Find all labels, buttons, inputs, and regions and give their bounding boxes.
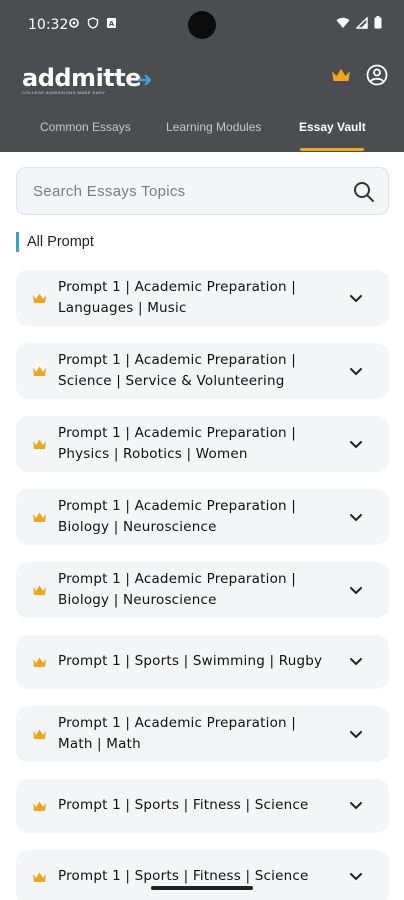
- status-bar: 10:32 A: [0, 0, 404, 50]
- prompt-line-1: Prompt 1 | Sports | Fitness | Science: [58, 868, 309, 884]
- app-notification-icon: A: [107, 18, 116, 28]
- prompt-line-2: Languages | Music: [58, 300, 187, 316]
- prompt-card[interactable]: Prompt 1 | Academic Preparation | Biolog…: [16, 489, 389, 545]
- chevron-down-icon[interactable]: [349, 294, 363, 303]
- crown-icon: [33, 366, 46, 376]
- crown-icon: [33, 801, 46, 811]
- prompt-card[interactable]: Prompt 1 | Academic Preparation | Math |…: [16, 706, 389, 762]
- prompt-line-2: Biology | Neuroscience: [58, 592, 217, 608]
- tab-common-essays[interactable]: Common Essays: [40, 120, 131, 134]
- shield-icon: [87, 17, 99, 29]
- crown-icon: [33, 729, 46, 739]
- prompt-card-title: Prompt 1 | Sports | Fitness | Science: [58, 795, 348, 816]
- chevron-down-icon[interactable]: [349, 367, 363, 376]
- chevron-down-icon[interactable]: [349, 440, 363, 449]
- prompt-card[interactable]: Prompt 1 | Sports | Fitness | Science: [16, 779, 389, 833]
- search-bar[interactable]: Search Essays Topics: [16, 167, 389, 215]
- prompt-card-title: Prompt 1 | Academic Preparation | Biolog…: [58, 496, 328, 538]
- prompt-card[interactable]: Prompt 1 | Academic Preparation | Langua…: [16, 270, 389, 326]
- header: 10:32 A addmitte COLLEGE ADMISSIONS MADE…: [0, 0, 404, 152]
- wifi-icon: [336, 17, 350, 28]
- prompt-line-1: Prompt 1 | Academic Preparation |: [58, 352, 297, 368]
- prompt-line-2: Math | Math: [58, 736, 141, 752]
- active-tab-indicator: [300, 148, 364, 151]
- tab-learning-modules[interactable]: Learning Modules: [166, 120, 261, 134]
- chevron-down-icon[interactable]: [349, 586, 363, 595]
- prompt-card[interactable]: Prompt 1 | Academic Preparation | Biolog…: [16, 562, 389, 618]
- prompt-card-title: Prompt 1 | Sports | Fitness | Science: [58, 866, 348, 887]
- prompt-line-1: Prompt 1 | Academic Preparation |: [58, 715, 297, 731]
- prompt-card-title: Prompt 1 | Academic Preparation | Physic…: [58, 423, 328, 465]
- prompt-line-1: Prompt 1 | Sports | Swimming | Rugby: [58, 653, 323, 669]
- battery-icon: [374, 16, 382, 29]
- prompt-line-2: Science | Service & Volunteering: [58, 373, 285, 389]
- prompt-card-title: Prompt 1 | Sports | Swimming | Rugby: [58, 651, 348, 672]
- account-circle-icon: [366, 64, 388, 86]
- chevron-down-icon[interactable]: [349, 872, 363, 881]
- crown-icon: [33, 512, 46, 522]
- chevron-down-icon[interactable]: [349, 513, 363, 522]
- prompt-card[interactable]: Prompt 1 | Academic Preparation | Scienc…: [16, 343, 389, 399]
- tab-essay-vault[interactable]: Essay Vault: [299, 120, 366, 134]
- status-icons-right: [336, 16, 382, 29]
- prompt-card-title: Prompt 1 | Academic Preparation | Biolog…: [58, 569, 328, 611]
- prompt-line-2: Physics | Robotics | Women: [58, 446, 248, 462]
- crown-icon: [33, 657, 46, 667]
- search-input[interactable]: Search Essays Topics: [33, 183, 185, 200]
- prompt-line-1: Prompt 1 | Academic Preparation |: [58, 425, 297, 441]
- chevron-down-icon[interactable]: [349, 657, 363, 666]
- crown-icon: [33, 293, 46, 303]
- prompt-card-title: Prompt 1 | Academic Preparation | Math |…: [58, 713, 328, 755]
- app-logo[interactable]: addmitte COLLEGE ADMISSIONS MADE EASY: [22, 64, 154, 95]
- tab-bar: Common Essays Learning Modules Essay Vau…: [0, 108, 404, 152]
- signal-icon: [356, 16, 368, 29]
- chevron-down-icon[interactable]: [349, 801, 363, 810]
- prompt-card[interactable]: Prompt 1 | Academic Preparation | Physic…: [16, 416, 389, 472]
- chevron-down-icon[interactable]: [349, 730, 363, 739]
- premium-crown-button[interactable]: [330, 66, 352, 84]
- prompt-card[interactable]: Prompt 1 | Sports | Swimming | Rugby: [16, 635, 389, 689]
- camera-cutout: [188, 11, 216, 39]
- home-indicator[interactable]: [151, 886, 253, 890]
- status-icons-left: A: [68, 17, 117, 29]
- crown-icon: [33, 872, 46, 882]
- search-icon[interactable]: [352, 180, 376, 204]
- settings-icon: [69, 18, 79, 28]
- svg-text:A: A: [109, 20, 115, 28]
- prompt-card[interactable]: Prompt 1 | Sports | Fitness | Science: [16, 850, 389, 900]
- crown-icon: [33, 439, 46, 449]
- prompt-line-1: Prompt 1 | Academic Preparation |: [58, 279, 297, 295]
- prompt-card-title: Prompt 1 | Academic Preparation | Scienc…: [58, 350, 328, 392]
- prompt-line-1: Prompt 1 | Sports | Fitness | Science: [58, 797, 309, 813]
- account-button[interactable]: [366, 64, 388, 86]
- logo-arrow-icon: [138, 74, 152, 85]
- logo-text: addmitte: [22, 64, 142, 92]
- app-bar: addmitte COLLEGE ADMISSIONS MADE EASY: [0, 50, 404, 108]
- status-time: 10:32: [28, 17, 69, 33]
- crown-icon: [332, 69, 350, 81]
- prompt-line-1: Prompt 1 | Academic Preparation |: [58, 571, 297, 587]
- crown-icon: [33, 585, 46, 595]
- prompt-line-1: Prompt 1 | Academic Preparation |: [58, 498, 297, 514]
- prompt-line-2: Biology | Neuroscience: [58, 519, 217, 535]
- prompt-card-title: Prompt 1 | Academic Preparation | Langua…: [58, 277, 328, 319]
- section-title: All Prompt: [16, 232, 94, 252]
